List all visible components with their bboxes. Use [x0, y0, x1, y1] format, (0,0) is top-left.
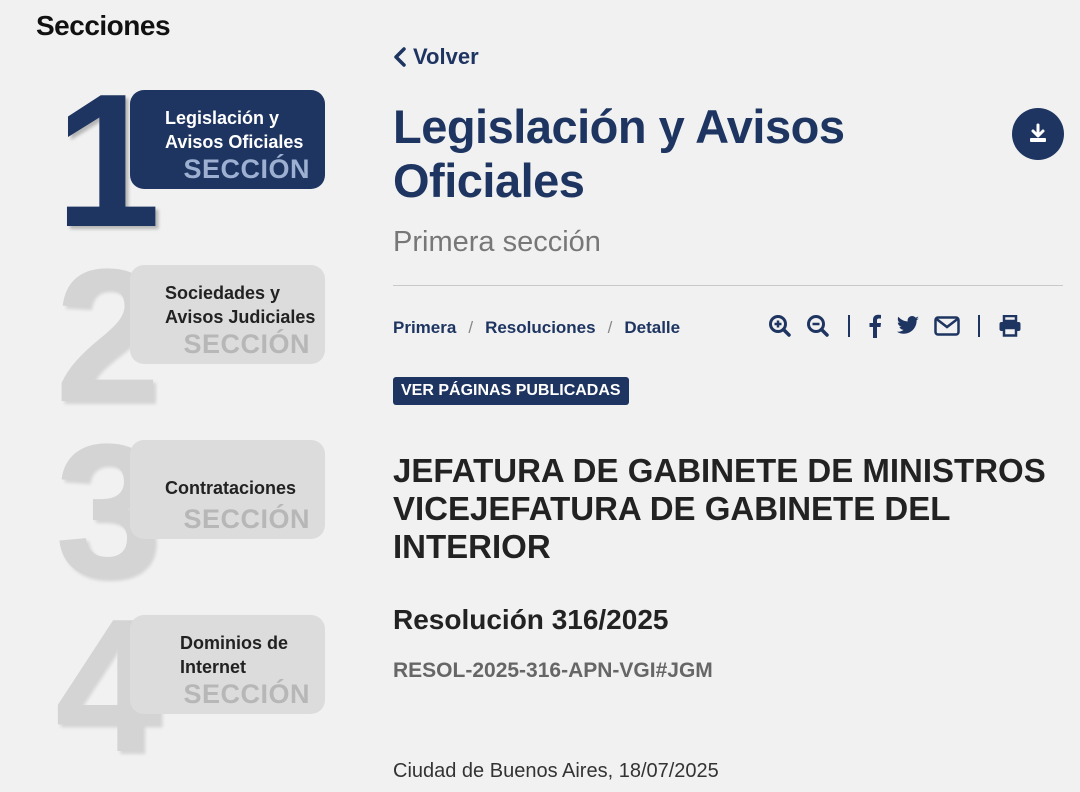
- page-title-line2: Oficiales: [393, 154, 585, 207]
- breadcrumb-item-resoluciones[interactable]: Resoluciones: [485, 318, 596, 338]
- download-icon: [1030, 123, 1046, 142]
- section-sub: SECCIÓN: [183, 329, 310, 359]
- breadcrumb: Primera / Resoluciones / Detalle: [393, 318, 680, 338]
- breadcrumb-item-primera[interactable]: Primera: [393, 318, 456, 338]
- page-title: Legislación y Avisos Oficiales: [393, 100, 953, 208]
- section-label: Legislación y Avisos Oficiales: [165, 106, 325, 154]
- section-label-line2: Internet: [180, 657, 247, 677]
- section-label-line1: Dominios de: [180, 633, 289, 653]
- entity-line: JEFATURA DE GABINETE DE MINISTROS: [393, 452, 1046, 489]
- zoom-out-button[interactable]: [806, 314, 830, 338]
- sidebar-title: Secciones: [36, 10, 171, 41]
- divider: [393, 285, 1063, 286]
- resolution-code: RESOL-2025-316-APN-VGI#JGM: [393, 659, 713, 682]
- issuing-entity: JEFATURA DE GABINETE DE MINISTROS VICEJE…: [393, 452, 1063, 566]
- download-button[interactable]: [1012, 108, 1064, 160]
- chevron-left-icon: [394, 47, 406, 67]
- email-share-button[interactable]: [934, 316, 960, 336]
- section-label-line1: Sociedades y: [165, 283, 281, 303]
- entity-line: INTERIOR: [393, 528, 551, 565]
- page-subtitle: Primera sección: [393, 226, 601, 258]
- breadcrumb-separator: /: [468, 318, 474, 337]
- section-1-card[interactable]: 1 Legislación y Avisos Oficiales SECCIÓN: [55, 66, 330, 256]
- place-and-date: Ciudad de Buenos Aires, 18/07/2025: [393, 760, 719, 782]
- page-title-line1: Legislación y Avisos: [393, 100, 845, 153]
- section-4-card[interactable]: 4 Dominios de Internet SECCIÓN: [55, 591, 330, 781]
- section-3-card[interactable]: 3 Contrataciones SECCIÓN: [55, 416, 330, 606]
- twitter-icon: [896, 316, 919, 334]
- breadcrumb-item-detalle[interactable]: Detalle: [624, 318, 680, 338]
- resolution-number: Resolución 316/2025: [393, 604, 669, 635]
- facebook-icon: [869, 314, 881, 338]
- toolbar: [768, 314, 1022, 338]
- facebook-share-button[interactable]: [868, 314, 882, 338]
- section-2-card[interactable]: 2 Sociedades y Avisos Judiciales SECCIÓN: [55, 241, 330, 431]
- section-label-line1: Contrataciones: [165, 478, 297, 498]
- print-icon: [999, 315, 1021, 337]
- section-sub: SECCIÓN: [183, 504, 310, 534]
- zoom-out-icon: [807, 315, 829, 337]
- zoom-in-button[interactable]: [768, 314, 792, 338]
- back-link[interactable]: Volver: [393, 44, 479, 70]
- breadcrumb-separator: /: [607, 318, 613, 337]
- back-label: Volver: [413, 44, 479, 69]
- section-sub: SECCIÓN: [183, 679, 310, 709]
- toolbar-divider: [978, 315, 980, 337]
- entity-line: VICEJEFATURA DE GABINETE DEL: [393, 490, 951, 527]
- ver-paginas-publicadas-button[interactable]: VER PÁGINAS PUBLICADAS: [393, 377, 629, 405]
- toolbar-divider: [848, 315, 850, 337]
- section-label: Dominios de Internet: [180, 631, 340, 679]
- section-label-line1: Legislación y: [165, 108, 280, 128]
- section-label-line2: Avisos Oficiales: [165, 132, 304, 152]
- section-label-line2: Avisos Judiciales: [165, 307, 316, 327]
- print-button[interactable]: [998, 315, 1022, 337]
- section-label: Contrataciones: [165, 476, 325, 500]
- email-icon: [934, 316, 960, 336]
- zoom-in-icon: [769, 315, 791, 337]
- section-sub: SECCIÓN: [183, 154, 310, 184]
- twitter-share-button[interactable]: [896, 316, 920, 336]
- section-label: Sociedades y Avisos Judiciales: [165, 281, 325, 329]
